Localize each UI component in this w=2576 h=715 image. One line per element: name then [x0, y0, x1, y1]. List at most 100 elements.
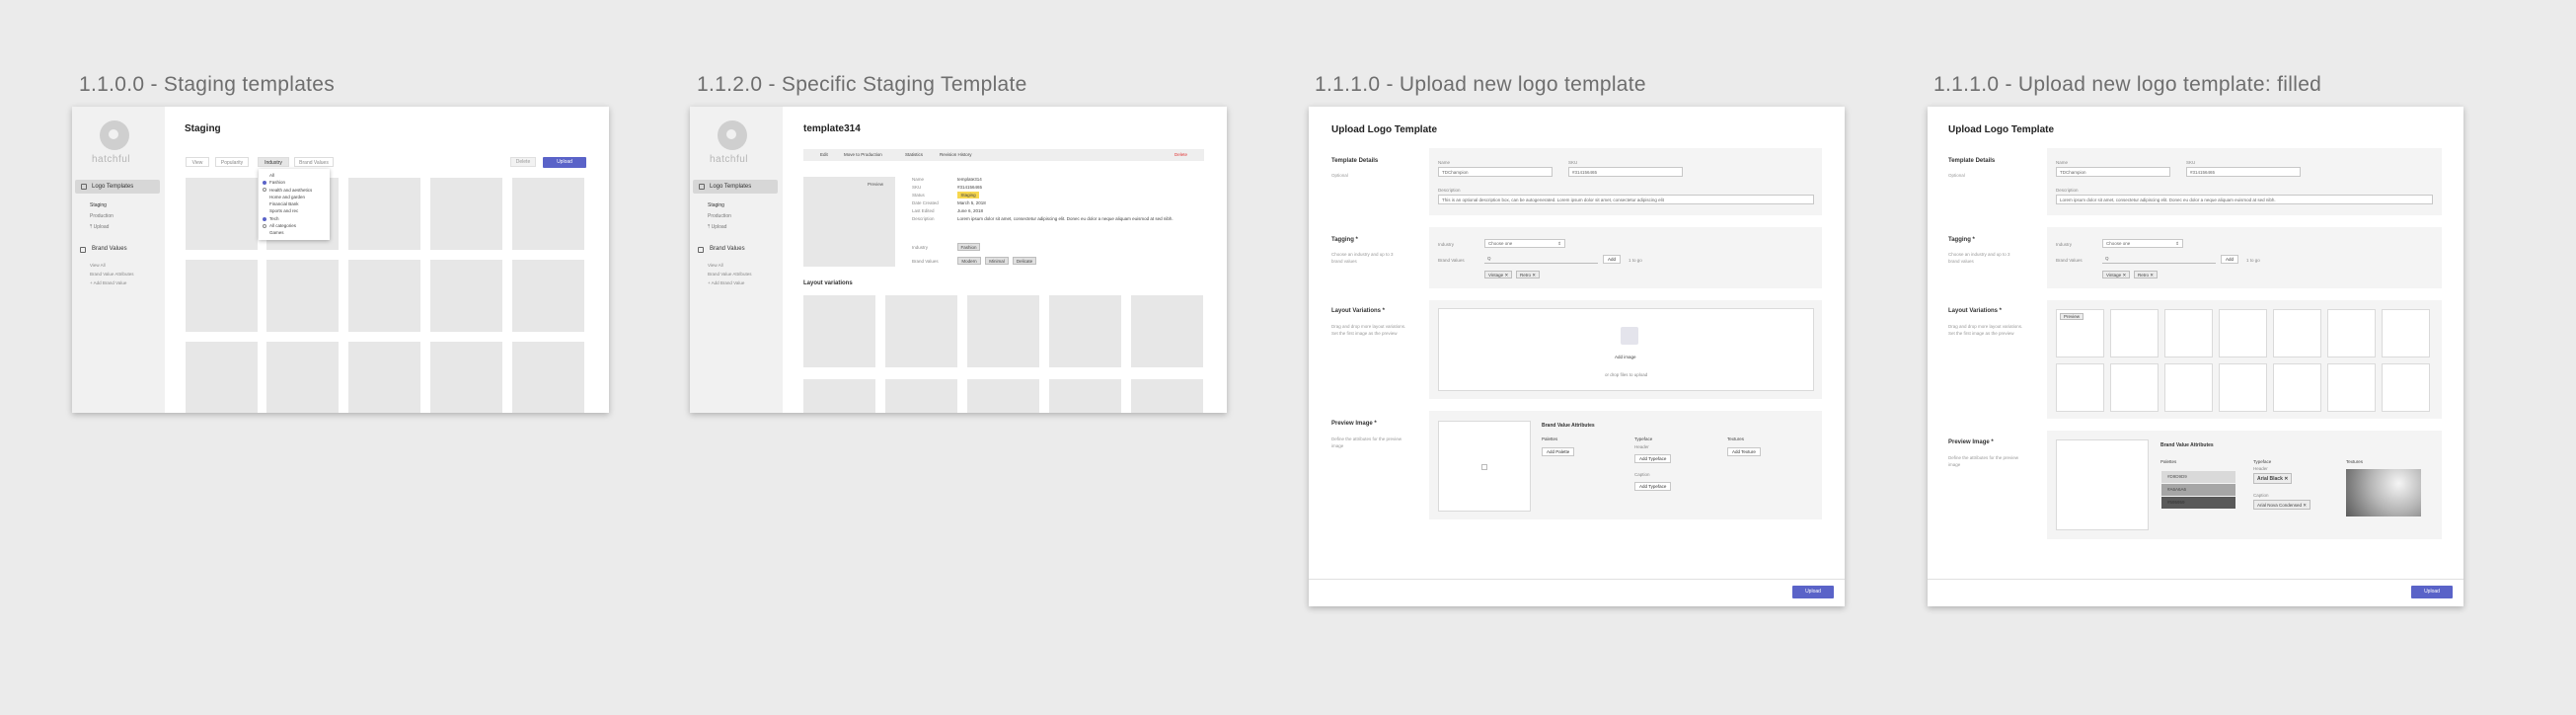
dropdown-option[interactable]: Home and garden: [263, 194, 326, 200]
template-tile[interactable]: [348, 342, 420, 413]
palette-swatch[interactable]: #A6A6A6: [2161, 484, 2235, 496]
sidebar-item-brand-values[interactable]: Brand Values: [710, 246, 745, 252]
name-input[interactable]: TDChampion: [1438, 167, 1553, 177]
sidebar-item-view-all[interactable]: View All: [708, 263, 723, 268]
sidebar-item-production[interactable]: Production: [90, 213, 114, 219]
sidebar-item-logo-templates[interactable]: Logo Templates: [693, 180, 778, 194]
close-icon[interactable]: ✕: [2284, 476, 2288, 482]
template-tile[interactable]: [186, 342, 258, 413]
add-typeface-caption-button[interactable]: Add Typeface: [1634, 482, 1672, 491]
layout-variation-slot[interactable]: [2327, 309, 2376, 358]
layout-variation-tile[interactable]: [967, 379, 1039, 413]
dropdown-option[interactable]: Games: [263, 229, 326, 236]
template-tile[interactable]: [430, 178, 502, 250]
sidebar-item-add-brand-value[interactable]: + Add Brand Value: [90, 280, 126, 285]
brand-value-input[interactable]: Q: [1484, 255, 1598, 264]
name-input[interactable]: TDChampion: [2056, 167, 2170, 177]
image-dropzone[interactable]: Add image or drop files to upload: [1438, 308, 1814, 391]
template-tile[interactable]: [186, 178, 258, 250]
layout-variation-tile[interactable]: [1131, 379, 1203, 413]
sidebar-item-logo-templates[interactable]: Logo Templates: [75, 180, 160, 194]
template-tile[interactable]: [430, 342, 502, 413]
add-brand-value-button[interactable]: Add: [2221, 255, 2239, 264]
tab-popularity[interactable]: Popularity: [215, 157, 249, 167]
layout-variation-tile[interactable]: [1049, 295, 1121, 367]
template-tile[interactable]: [348, 178, 420, 250]
layout-variation-tile[interactable]: [1131, 295, 1203, 367]
sku-input[interactable]: #314156465: [2186, 167, 2301, 177]
layout-variation-slot[interactable]: [2273, 363, 2321, 412]
layout-variation-tile[interactable]: [885, 379, 957, 413]
description-input[interactable]: This is an optional description box, can…: [1438, 195, 1814, 204]
tab-brand-values[interactable]: Brand Values: [294, 157, 334, 167]
template-tile[interactable]: [512, 178, 584, 250]
layout-variation-tile[interactable]: [885, 295, 957, 367]
close-icon[interactable]: ✕: [2150, 273, 2154, 278]
close-icon[interactable]: ✕: [1532, 273, 1536, 278]
preview-image[interactable]: [2056, 439, 2149, 530]
revision-history-tab[interactable]: Revision History: [940, 152, 972, 157]
template-tile[interactable]: [512, 342, 584, 413]
dropdown-option[interactable]: Health and aesthetics: [263, 187, 326, 194]
template-tile[interactable]: [512, 260, 584, 332]
move-to-production-tab[interactable]: Move to Production: [844, 152, 882, 157]
tab-view[interactable]: View: [186, 157, 209, 167]
dropdown-option[interactable]: Fashion: [263, 179, 326, 186]
template-tile[interactable]: [266, 260, 339, 332]
industry-select[interactable]: Choose one ⇕: [1484, 239, 1565, 248]
layout-variation-slot[interactable]: [2327, 363, 2376, 412]
layout-variation-slot[interactable]: Preview: [2056, 309, 2104, 358]
add-brand-value-button[interactable]: Add: [1603, 255, 1622, 264]
dropdown-option[interactable]: Tech: [263, 215, 326, 222]
dropdown-option[interactable]: All categories: [263, 222, 326, 229]
texture-image[interactable]: [2346, 469, 2421, 516]
layout-variation-slot[interactable]: [2273, 309, 2321, 358]
sidebar-item-staging[interactable]: Staging: [90, 202, 107, 208]
sidebar-item-add-brand-value[interactable]: + Add Brand Value: [708, 280, 744, 285]
edit-tab[interactable]: Edit: [820, 152, 828, 157]
sidebar-item-brand-value-attributes[interactable]: Brand Value Attributes: [90, 272, 133, 277]
tab-industry[interactable]: Industry: [258, 157, 289, 167]
sidebar-item-upload[interactable]: ⤒ Upload: [90, 224, 109, 230]
layout-variation-slot[interactable]: [2382, 363, 2430, 412]
upload-button[interactable]: Upload: [1792, 586, 1834, 598]
layout-variation-slot[interactable]: [2164, 363, 2213, 412]
close-icon[interactable]: ✕: [1504, 273, 1508, 278]
layout-variation-tile[interactable]: [967, 295, 1039, 367]
layout-variation-slot[interactable]: [2382, 309, 2430, 358]
close-icon[interactable]: ✕: [2122, 273, 2126, 278]
brand-value-input[interactable]: Q: [2102, 255, 2216, 264]
template-tile[interactable]: [186, 260, 258, 332]
palette-swatch[interactable]: #595959: [2161, 497, 2235, 509]
template-tile[interactable]: [266, 342, 339, 413]
add-typeface-header-button[interactable]: Add Typeface: [1634, 454, 1672, 463]
template-tile[interactable]: [430, 260, 502, 332]
sidebar-item-staging[interactable]: Staging: [708, 202, 724, 208]
palette-swatch[interactable]: #D9D9D9: [2161, 471, 2235, 483]
template-tile[interactable]: [348, 260, 420, 332]
layout-variation-slot[interactable]: [2164, 309, 2213, 358]
layout-variation-tile[interactable]: [1049, 379, 1121, 413]
layout-variation-slot[interactable]: [2056, 363, 2104, 412]
layout-variation-slot[interactable]: [2110, 309, 2159, 358]
delete-button[interactable]: Delete: [510, 157, 536, 167]
sidebar-item-brand-values[interactable]: Brand Values: [92, 246, 127, 252]
close-icon[interactable]: ✕: [2303, 503, 2307, 508]
upload-button[interactable]: Upload: [543, 157, 586, 168]
layout-variation-tile[interactable]: [803, 295, 875, 367]
layout-variation-slot[interactable]: [2219, 309, 2267, 358]
layout-variation-tile[interactable]: [803, 379, 875, 413]
dropdown-option[interactable]: Financial Bank: [263, 200, 326, 207]
sidebar-item-brand-value-attributes[interactable]: Brand Value Attributes: [708, 272, 751, 277]
sku-input[interactable]: #314156465: [1568, 167, 1683, 177]
add-palette-button[interactable]: Add Palette: [1542, 447, 1575, 456]
sidebar-item-view-all[interactable]: View All: [90, 263, 106, 268]
layout-variation-slot[interactable]: [2219, 363, 2267, 412]
layout-variation-slot[interactable]: [2110, 363, 2159, 412]
add-image-label[interactable]: Add image: [1615, 355, 1636, 359]
upload-button[interactable]: Upload: [2411, 586, 2453, 598]
industry-select[interactable]: Choose one ⇕: [2102, 239, 2183, 248]
sidebar-item-upload[interactable]: ⤒ Upload: [708, 224, 726, 230]
add-texture-button[interactable]: Add Texture: [1727, 447, 1761, 456]
statistics-tab[interactable]: Statistics: [905, 152, 923, 157]
